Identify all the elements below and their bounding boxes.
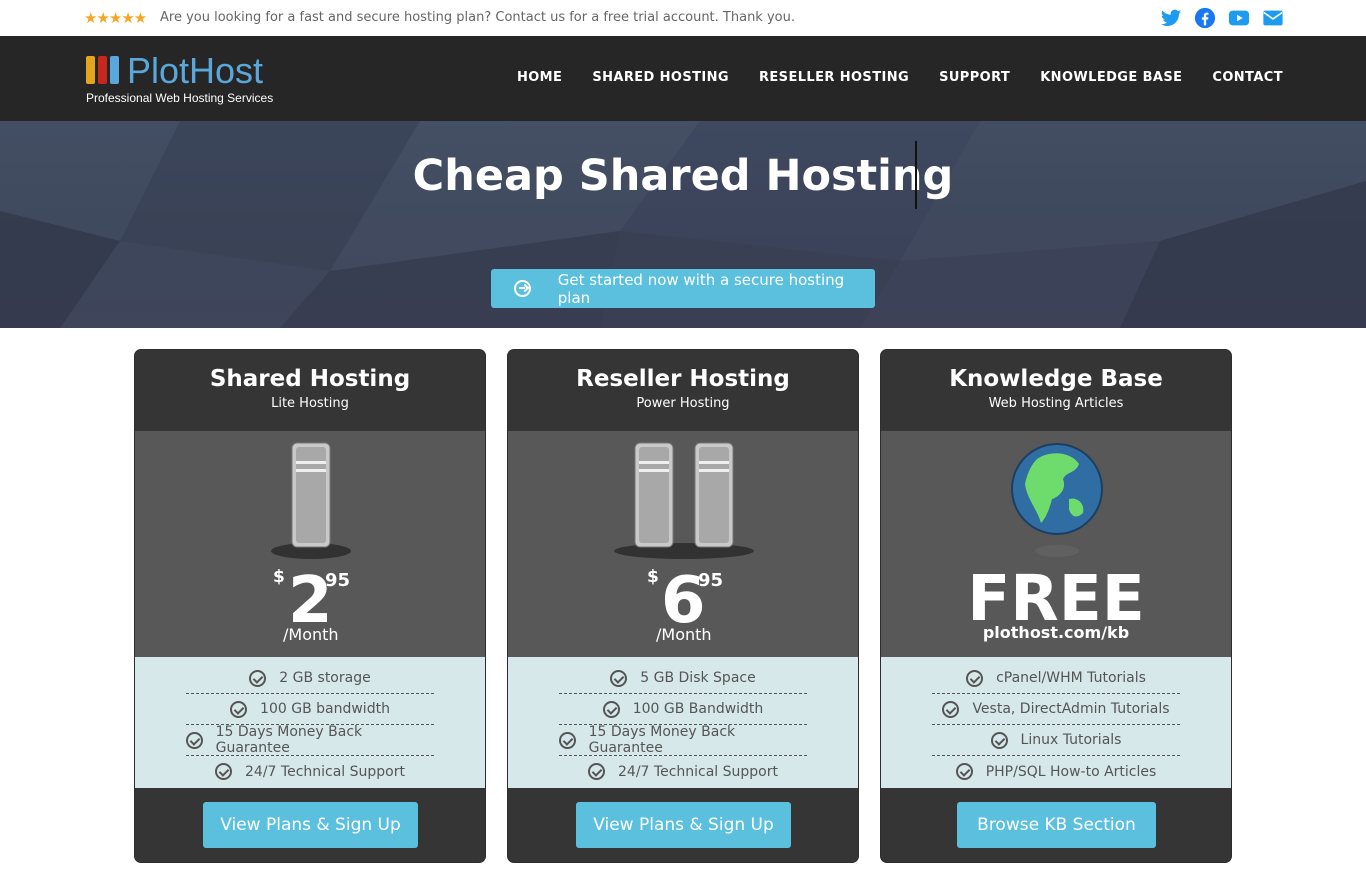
hero-banner: Cheap Shared Hosting Get started now wit… [0,121,1366,328]
price-cents: 95 [698,570,724,591]
globe-icon [1011,443,1103,557]
card-reseller-hosting: Reseller Hosting Power Hosting $ 6 95 /M… [507,349,859,863]
check-circle-icon [966,669,984,687]
brand-name: PlotHost [127,50,264,91]
get-started-button[interactable]: Get started now with a secure hosting pl… [491,269,875,308]
card-knowledge-base: Knowledge Base Web Hosting Articles FREE… [880,349,1232,863]
two-server-towers-icon [614,442,754,559]
check-circle-icon [942,700,960,718]
card-price-panel: FREE plothost.com/kb [881,431,1231,657]
price-cents: 95 [325,570,351,591]
browse-kb-button[interactable]: Browse KB Section [957,802,1156,848]
envelope-icon[interactable] [1262,7,1284,29]
feature-label: 100 GB bandwidth [260,701,390,717]
view-plans-button[interactable]: View Plans & Sign Up [576,802,791,848]
brand-tagline: Professional Web Hosting Services [86,91,274,105]
main-navbar: PlotHost Professional Web Hosting Servic… [0,36,1366,121]
card-shared-hosting: Shared Hosting Lite Hosting $ 2 95 /Mont… [134,349,486,863]
card-footer: View Plans & Sign Up [508,788,858,862]
nav-item-shared-hosting[interactable]: SHARED HOSTING [592,70,729,85]
price-period: /Month [656,625,712,644]
check-circle-icon [186,731,203,749]
card-subtitle: Web Hosting Articles [988,396,1124,411]
card-title: Knowledge Base [949,366,1163,392]
nav-item-contact[interactable]: CONTACT [1212,70,1283,85]
feature-item: 2 GB storage [186,663,434,694]
server-tower-icon [271,442,351,559]
social-links [1160,7,1284,29]
card-price-panel: $ 6 95 /Month [508,431,858,657]
feature-item: 15 Days Money Back Guarantee [559,724,807,756]
feature-list: 2 GB storage 100 GB bandwidth 15 Days Mo… [135,657,485,788]
currency-symbol: $ [647,567,659,587]
arrow-circle-right-icon [514,280,531,297]
currency-symbol: $ [273,567,285,587]
check-circle-icon [602,700,620,718]
hero-title: Cheap Shared Hosting [412,151,954,201]
nav-item-support[interactable]: SUPPORT [939,70,1010,85]
feature-item: 24/7 Technical Support [559,756,807,787]
feature-label: 5 GB Disk Space [640,670,756,686]
twitter-icon[interactable] [1160,7,1182,29]
card-header: Knowledge Base Web Hosting Articles [881,350,1231,431]
nav-item-reseller-hosting[interactable]: RESELLER HOSTING [759,70,909,85]
facebook-icon[interactable] [1194,7,1216,29]
check-circle-icon [249,669,267,687]
card-title: Reseller Hosting [576,366,790,392]
feature-item: 24/7 Technical Support [186,756,434,787]
price-period: /Month [283,625,339,644]
promo-message: Are you looking for a fast and secure ho… [160,10,795,25]
feature-item: 15 Days Money Back Guarantee [186,724,434,756]
feature-label: 15 Days Money Back Guarantee [215,724,363,756]
kb-url: plothost.com/kb [982,623,1130,642]
feature-label: 2 GB storage [279,670,371,686]
check-circle-icon [559,731,576,749]
five-stars-icon: ★★★★★ [84,9,147,27]
feature-label: 24/7 Technical Support [245,763,405,780]
check-circle-icon [990,731,1008,749]
feature-label: 15 Days Money Back Guarantee [588,724,736,756]
check-circle-icon [955,763,973,780]
feature-label: Vesta, DirectAdmin Tutorials [972,701,1170,717]
feature-item: 100 GB Bandwidth [559,694,807,725]
card-subtitle: Power Hosting [636,396,730,411]
feature-label: PHP/SQL How-to Articles [985,763,1157,780]
nav-item-knowledge-base[interactable]: KNOWLEDGE BASE [1040,70,1182,85]
card-title: Shared Hosting [209,366,411,392]
feature-label: 100 GB Bandwidth [632,701,764,717]
feature-item: 100 GB bandwidth [186,694,434,725]
feature-item: Vesta, DirectAdmin Tutorials [932,694,1180,725]
price-free: FREE [967,562,1145,635]
check-circle-icon [230,700,248,718]
check-circle-icon [588,763,606,780]
card-header: Shared Hosting Lite Hosting [135,350,485,431]
view-plans-button[interactable]: View Plans & Sign Up [203,802,418,848]
card-footer: Browse KB Section [881,788,1231,862]
feature-label: Linux Tutorials [1020,732,1122,748]
feature-list: cPanel/WHM Tutorials Vesta, DirectAdmin … [881,657,1231,788]
top-bar: ★★★★★ Are you looking for a fast and sec… [0,0,1366,36]
check-circle-icon [610,669,628,687]
feature-label: 24/7 Technical Support [618,763,778,780]
logo-mark-icon [86,56,119,84]
text-cursor [915,141,917,209]
card-subtitle: Lite Hosting [271,396,349,411]
card-price-panel: $ 2 95 /Month [135,431,485,657]
card-footer: View Plans & Sign Up [135,788,485,862]
nav-menu: HOME SHARED HOSTING RESELLER HOSTING SUP… [517,70,1283,85]
check-circle-icon [215,763,233,780]
youtube-icon[interactable] [1228,7,1250,29]
feature-item: 5 GB Disk Space [559,663,807,694]
pricing-cards: Shared Hosting Lite Hosting $ 2 95 /Mont… [0,328,1366,881]
feature-list: 5 GB Disk Space 100 GB Bandwidth 15 Days… [508,657,858,788]
feature-item: PHP/SQL How-to Articles [932,756,1180,787]
feature-item: cPanel/WHM Tutorials [932,663,1180,694]
get-started-label: Get started now with a secure hosting pl… [557,270,845,307]
nav-item-home[interactable]: HOME [517,70,562,85]
card-header: Reseller Hosting Power Hosting [508,350,858,431]
feature-label: cPanel/WHM Tutorials [996,670,1146,686]
feature-item: Linux Tutorials [932,725,1180,756]
